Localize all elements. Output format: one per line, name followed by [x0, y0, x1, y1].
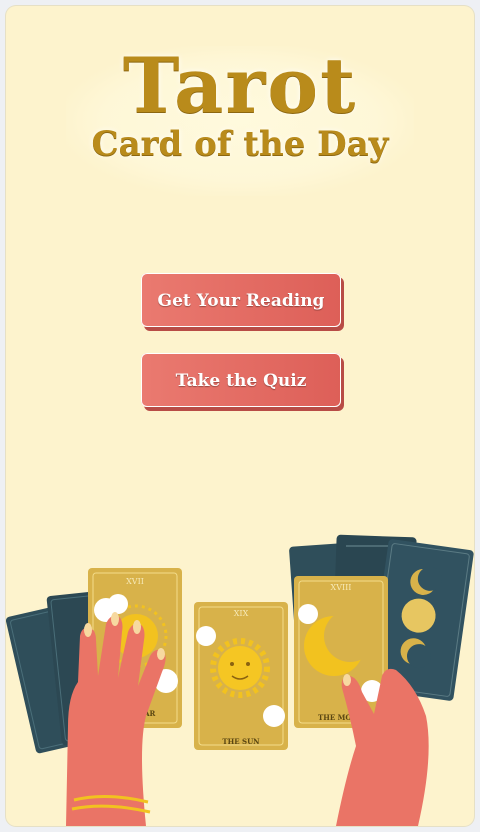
right-hand	[336, 668, 429, 826]
app-title: Tarot	[122, 41, 358, 130]
app-subtitle: Card of the Day	[91, 124, 389, 164]
card-the-sun: XIX THE SUN	[194, 602, 288, 750]
sun-card-numeral: XIX	[234, 609, 249, 618]
title-block: Tarot Card of the Day	[6, 41, 474, 196]
star-card-numeral: XVII	[126, 577, 144, 586]
take-quiz-button[interactable]: Take the Quiz	[141, 353, 341, 407]
app-screen: Tarot Card of the Day Get Your Reading T…	[6, 6, 474, 826]
tarot-hands-illustration: XVII THE STAR XIX THE SUN XVIII	[6, 534, 474, 826]
card-the-moon: XVIII THE MOON	[294, 576, 388, 728]
get-reading-button[interactable]: Get Your Reading	[141, 273, 341, 327]
sun-card-name: THE SUN	[222, 737, 260, 746]
moon-card-numeral: XVIII	[331, 583, 352, 592]
